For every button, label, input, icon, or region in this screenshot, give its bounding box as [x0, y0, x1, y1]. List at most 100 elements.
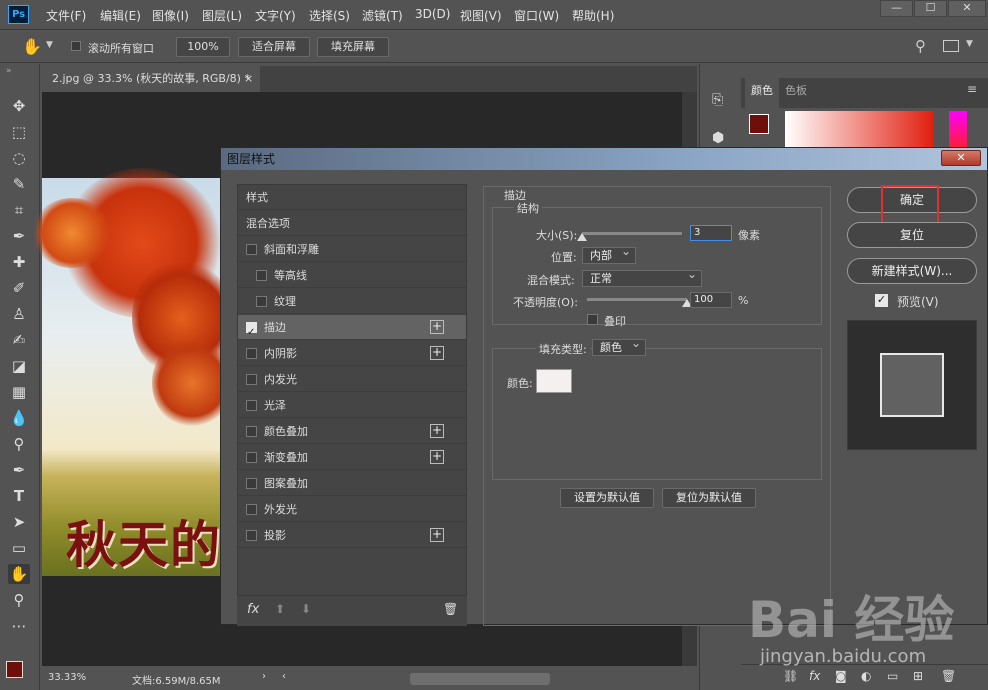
overprint-checkbox[interactable]: [587, 314, 598, 325]
new-style-button[interactable]: 新建样式(W)...: [847, 258, 977, 284]
style-item-texture[interactable]: 纹理: [238, 289, 466, 314]
mask-icon[interactable]: ◙: [835, 669, 847, 683]
menu-window[interactable]: 窗口(W): [514, 7, 559, 24]
style-item-drop-shadow[interactable]: 投影 +: [238, 523, 466, 548]
size-input[interactable]: 3: [690, 225, 732, 241]
opacity-slider[interactable]: [587, 298, 687, 301]
checkbox[interactable]: [246, 426, 257, 437]
scroll-left-icon[interactable]: ‹: [282, 671, 286, 682]
foreground-color-swatch[interactable]: [6, 661, 23, 678]
hand-tool-active-icon[interactable]: ✋: [8, 564, 30, 584]
set-default-button[interactable]: 设置为默认值: [560, 488, 654, 508]
3d-panel-icon[interactable]: ⬢: [712, 130, 724, 146]
style-item-gradient-overlay[interactable]: 渐变叠加 +: [238, 445, 466, 470]
horizontal-scrollbar[interactable]: [410, 673, 550, 685]
blur-tool-icon[interactable]: 💧: [8, 408, 30, 428]
gradient-tool-icon[interactable]: ▦: [8, 382, 30, 402]
workspace-chevron-icon[interactable]: ▼: [966, 39, 973, 49]
pen-tool-icon[interactable]: ✒: [8, 460, 30, 480]
checkbox[interactable]: [246, 244, 257, 255]
size-slider[interactable]: [582, 232, 682, 235]
style-item-color-overlay[interactable]: 颜色叠加 +: [238, 419, 466, 444]
type-tool-icon[interactable]: T: [8, 486, 30, 506]
tab-color[interactable]: 颜色: [745, 78, 779, 108]
history-panel-icon[interactable]: ⎘: [712, 92, 723, 108]
add-icon[interactable]: +: [430, 346, 444, 360]
fit-screen-button[interactable]: 适合屏幕: [238, 37, 310, 57]
maximize-button[interactable]: ☐: [914, 0, 947, 17]
add-icon[interactable]: +: [430, 320, 444, 334]
checkbox[interactable]: [256, 296, 267, 307]
more-tools-icon[interactable]: ⋯: [8, 616, 30, 636]
style-item-stroke[interactable]: 描边 +: [238, 315, 466, 345]
checkbox[interactable]: [246, 452, 257, 463]
menu-file[interactable]: 文件(F): [46, 7, 86, 24]
checkbox[interactable]: [246, 478, 257, 489]
move-tool-icon[interactable]: ✥: [8, 96, 30, 116]
tab-swatches[interactable]: 色板: [785, 82, 807, 98]
menu-type[interactable]: 文字(Y): [255, 7, 296, 24]
style-item-pattern-overlay[interactable]: 图案叠加: [238, 471, 466, 496]
workspace-icon[interactable]: [943, 40, 959, 52]
quick-select-tool-icon[interactable]: ✎: [8, 174, 30, 194]
zoom-100-button[interactable]: 100%: [176, 37, 230, 57]
minimize-button[interactable]: —: [880, 0, 913, 17]
styles-header[interactable]: 样式: [238, 185, 466, 210]
panel-foreground-swatch[interactable]: [749, 114, 769, 134]
link-layers-icon[interactable]: ⛓: [783, 669, 798, 683]
dodge-tool-icon[interactable]: ⚲: [8, 434, 30, 454]
stamp-tool-icon[interactable]: ♙: [8, 304, 30, 324]
healing-tool-icon[interactable]: ✚: [8, 252, 30, 272]
lasso-tool-icon[interactable]: ◌: [8, 148, 30, 168]
dialog-close-button[interactable]: ✕: [941, 150, 981, 166]
tab-close-icon[interactable]: ×: [244, 66, 253, 92]
style-item-contour[interactable]: 等高线: [238, 263, 466, 288]
menu-filter[interactable]: 滤镜(T): [362, 7, 403, 24]
document-tab[interactable]: 2.jpg @ 33.3% (秋天的故事, RGB/8) * ×: [42, 66, 260, 92]
panel-menu-icon[interactable]: ≡: [967, 82, 977, 96]
stroke-color-swatch[interactable]: [536, 369, 572, 393]
style-item-inner-glow[interactable]: 内发光: [238, 367, 466, 392]
add-icon[interactable]: +: [430, 528, 444, 542]
menu-layer[interactable]: 图层(L): [202, 7, 242, 24]
style-item-satin[interactable]: 光泽: [238, 393, 466, 418]
reset-default-button[interactable]: 复位为默认值: [662, 488, 756, 508]
checkbox[interactable]: [246, 530, 257, 541]
checkbox[interactable]: [256, 270, 267, 281]
history-brush-icon[interactable]: ✍: [8, 330, 30, 350]
position-dropdown[interactable]: 内部: [582, 244, 636, 264]
color-spectrum[interactable]: [785, 111, 933, 151]
group-icon[interactable]: ▭: [887, 669, 898, 683]
style-item-inner-shadow[interactable]: 内阴影 +: [238, 341, 466, 366]
move-down-icon[interactable]: ⬇: [301, 602, 311, 616]
opacity-input[interactable]: 100: [690, 292, 732, 308]
crop-tool-icon[interactable]: ⌗: [8, 200, 30, 220]
chevron-down-icon[interactable]: ▼: [46, 40, 53, 50]
checkbox[interactable]: [246, 400, 257, 411]
fx-icon[interactable]: fx: [809, 669, 820, 683]
menu-view[interactable]: 视图(V): [460, 7, 502, 24]
zoom-tool-icon[interactable]: ⚲: [8, 590, 30, 610]
eyedropper-tool-icon[interactable]: ✒: [8, 226, 30, 246]
preview-checkbox[interactable]: ✓: [875, 294, 888, 307]
blend-mode-dropdown[interactable]: 正常: [582, 267, 702, 287]
hue-slider[interactable]: [949, 111, 967, 151]
brush-tool-icon[interactable]: ✐: [8, 278, 30, 298]
menu-3d[interactable]: 3D(D): [415, 7, 450, 21]
checkbox[interactable]: [246, 374, 257, 385]
adjustment-icon[interactable]: ◐: [861, 669, 871, 683]
menu-select[interactable]: 选择(S): [309, 7, 350, 24]
add-icon[interactable]: +: [430, 424, 444, 438]
size-slider-thumb[interactable]: [577, 233, 587, 241]
reset-button[interactable]: 复位: [847, 222, 977, 248]
menu-help[interactable]: 帮助(H): [572, 7, 614, 24]
blend-options-item[interactable]: 混合选项: [238, 211, 466, 236]
checkbox-checked[interactable]: [246, 320, 257, 345]
menu-image[interactable]: 图像(I): [152, 7, 189, 24]
new-layer-icon[interactable]: ⊞: [913, 669, 923, 683]
eraser-tool-icon[interactable]: ◪: [8, 356, 30, 376]
menu-edit[interactable]: 编辑(E): [100, 7, 141, 24]
style-item-bevel-emboss[interactable]: 斜面和浮雕: [238, 237, 466, 262]
close-window-button[interactable]: ✕: [948, 0, 986, 17]
fx-menu-icon[interactable]: fx: [247, 602, 259, 617]
